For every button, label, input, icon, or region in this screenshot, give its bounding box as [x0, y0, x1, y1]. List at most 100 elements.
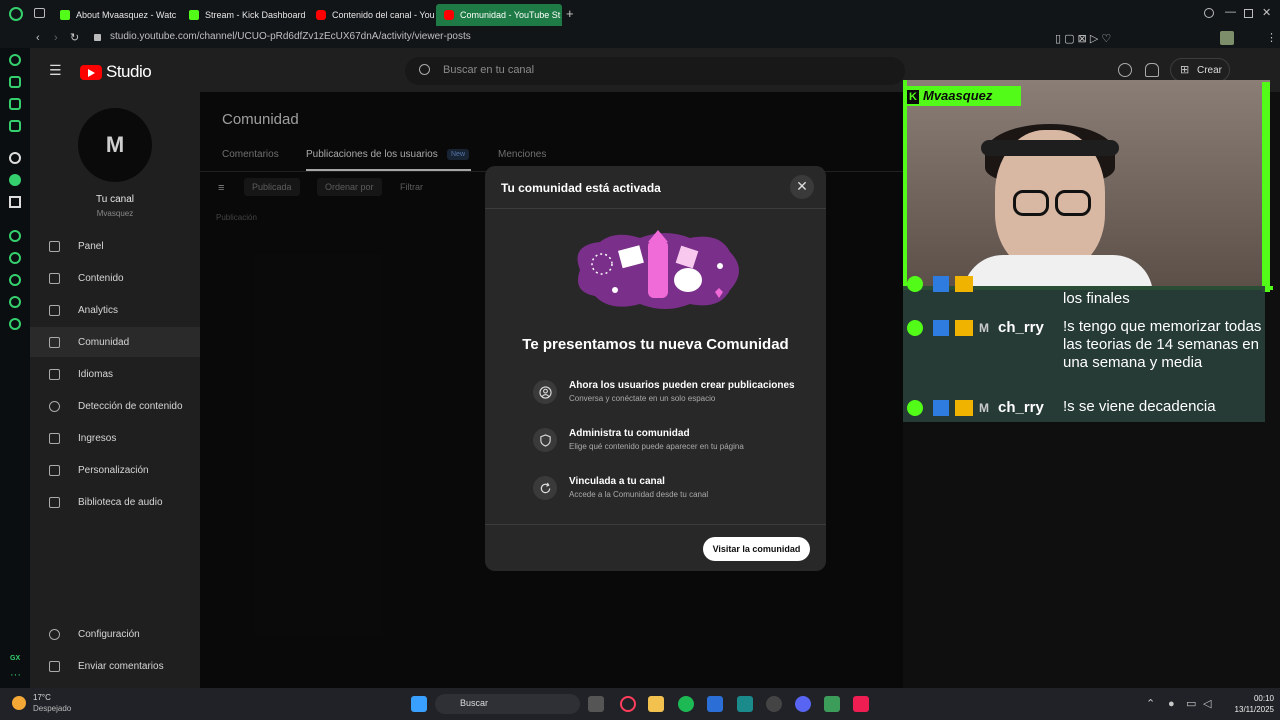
url-text[interactable]: studio.youtube.com/channel/UCUO-pRd6dfZv…	[110, 31, 471, 42]
help-icon[interactable]	[1118, 63, 1132, 77]
search-placeholder: Buscar en tu canal	[443, 64, 535, 76]
address-bar: ‹ › ↻ studio.youtube.com/channel/UCUO-pR…	[0, 28, 1280, 48]
play-icon[interactable]	[9, 230, 21, 242]
community-modal: Tu comunidad está activada ✕ Te presenta…	[485, 166, 826, 571]
sidebar-item-contenido[interactable]: Contenido	[30, 263, 200, 293]
temperature: 17°C	[33, 693, 51, 702]
sidebar-item-comunidad[interactable]: Comunidad	[30, 327, 200, 357]
opera-ai-icon[interactable]	[9, 54, 21, 66]
browser-tab-2[interactable]: Contenido del canal - You	[308, 4, 436, 26]
channel-badge-icon: M	[979, 321, 989, 335]
browser-tab-0[interactable]: About Mvaasquez - Watc	[52, 4, 180, 26]
search-tabs-icon[interactable]	[1204, 8, 1214, 18]
browser-tab-3[interactable]: Comunidad - YouTube St	[436, 4, 562, 26]
channel-avatar[interactable]: M	[78, 108, 152, 182]
reload-icon[interactable]: ↻	[70, 31, 79, 45]
create-label: Crear	[1197, 65, 1223, 76]
notifications-icon[interactable]	[1145, 63, 1159, 77]
settings-icon	[49, 628, 60, 640]
sidebar-item-deteccion[interactable]: Detección de contenido	[30, 391, 200, 421]
sidebar-item-personalizacion[interactable]: Personalización	[30, 455, 200, 485]
kick-app-icon[interactable]	[9, 152, 21, 164]
history-icon[interactable]	[9, 274, 21, 286]
sidebar-item-label: Analytics	[78, 304, 119, 316]
analytics-icon	[49, 304, 60, 316]
spotify-icon[interactable]	[678, 696, 694, 712]
community-icon	[49, 336, 60, 348]
taskbar-search[interactable]: Buscar	[435, 694, 580, 714]
clock-time: 00:10	[1253, 694, 1274, 703]
profile-icon[interactable]	[1220, 31, 1234, 45]
gx-icon[interactable]: GX	[10, 652, 20, 666]
tiktok-icon[interactable]	[853, 696, 869, 712]
opera-wallet-icon[interactable]	[9, 98, 21, 110]
back-icon[interactable]: ‹	[36, 31, 40, 45]
visit-community-button[interactable]: Visitar la comunidad	[703, 537, 810, 561]
channel-title: Tu canal	[96, 194, 134, 205]
sidebar-item-biblioteca[interactable]: Biblioteca de audio	[30, 487, 200, 517]
sidebar-item-enviar-comentarios[interactable]: Enviar comentarios	[30, 651, 200, 681]
file-manager-icon[interactable]	[588, 696, 604, 712]
chat-text: los finales	[1063, 290, 1130, 307]
settings-sidebar-icon[interactable]	[9, 318, 21, 330]
opera-sidebar: GX ···	[0, 48, 30, 688]
close-icon[interactable]: ✕	[790, 175, 814, 199]
refresh-icon	[533, 476, 557, 500]
discord-icon[interactable]	[795, 696, 811, 712]
content-icon	[49, 272, 60, 284]
folder-icon[interactable]	[648, 696, 664, 712]
opera-taskbar-icon[interactable]	[620, 696, 636, 712]
opera-music-icon[interactable]	[9, 120, 21, 132]
extensions-icon[interactable]: ▯ ▢ ⊠ ▷ ♡	[1055, 32, 1111, 46]
maximize-icon[interactable]	[1244, 9, 1253, 18]
opera-logo-icon[interactable]	[9, 7, 23, 21]
glasses-lens	[1013, 190, 1049, 216]
more-icon[interactable]: ···	[10, 668, 21, 682]
heart-icon[interactable]	[9, 252, 21, 264]
whatsapp-icon[interactable]	[9, 174, 21, 186]
languages-icon	[49, 368, 60, 380]
app-icon[interactable]	[824, 696, 840, 712]
hamburger-menu-icon[interactable]: ☰	[49, 63, 62, 77]
studio-logo[interactable]: Studio	[80, 62, 152, 82]
sidebar-item-label: Ingresos	[78, 432, 117, 444]
new-tab-icon[interactable]: +	[566, 7, 574, 21]
feature-create-posts: Ahora los usuarios pueden crear publicac…	[533, 378, 813, 412]
sidebar-item-ingresos[interactable]: Ingresos	[30, 423, 200, 453]
menu-icon[interactable]: ⋮	[1266, 31, 1277, 45]
windows-start-icon[interactable]	[411, 696, 427, 712]
search-input[interactable]: Buscar en tu canal	[405, 57, 905, 85]
sidebar-item-configuracion[interactable]: Configuración	[30, 619, 200, 649]
sidebar-item-idiomas[interactable]: Idiomas	[30, 359, 200, 389]
sidebar-item-label: Personalización	[78, 464, 149, 476]
sidebar-item-panel[interactable]: Panel	[30, 231, 200, 261]
close-window-icon[interactable]: ✕	[1262, 6, 1271, 20]
kick-logo-icon: K	[907, 90, 919, 104]
microphone-icon[interactable]: ●	[1168, 697, 1175, 711]
browser-tab-1[interactable]: Stream - Kick Dashboard	[181, 4, 309, 26]
feature-desc: Accede a la Comunidad desde tu canal	[569, 490, 709, 499]
tab-label: Contenido del canal - You	[332, 10, 435, 20]
minimize-icon[interactable]: —	[1225, 5, 1236, 19]
x-icon[interactable]	[9, 196, 21, 208]
kick-badge-icon	[907, 276, 923, 292]
moderator-badge-icon	[933, 400, 949, 416]
channel-handle: Mvasquez	[96, 209, 134, 218]
sidebar-item-analytics[interactable]: Analytics	[30, 295, 200, 325]
clock[interactable]: 00:10 13/11/2025	[1210, 693, 1274, 715]
tray-chevron-icon[interactable]: ⌃	[1146, 697, 1155, 711]
extensions-sidebar-icon[interactable]	[9, 296, 21, 308]
youtube-icon	[316, 10, 326, 20]
app-icon[interactable]	[737, 696, 753, 712]
store-icon[interactable]	[707, 696, 723, 712]
forward-icon[interactable]: ›	[54, 31, 58, 45]
create-button[interactable]: Crear	[1170, 58, 1230, 82]
shield-icon	[533, 428, 557, 452]
opera-bag-icon[interactable]	[9, 76, 21, 88]
app-icon[interactable]	[766, 696, 782, 712]
tab-menu-icon[interactable]	[34, 8, 45, 18]
audio-library-icon	[49, 496, 60, 508]
browser-tab-bar: About Mvaasquez - Watc Stream - Kick Das…	[0, 0, 1280, 28]
sidebar-item-label: Biblioteca de audio	[78, 496, 163, 508]
network-icon[interactable]: ▭	[1186, 697, 1196, 711]
